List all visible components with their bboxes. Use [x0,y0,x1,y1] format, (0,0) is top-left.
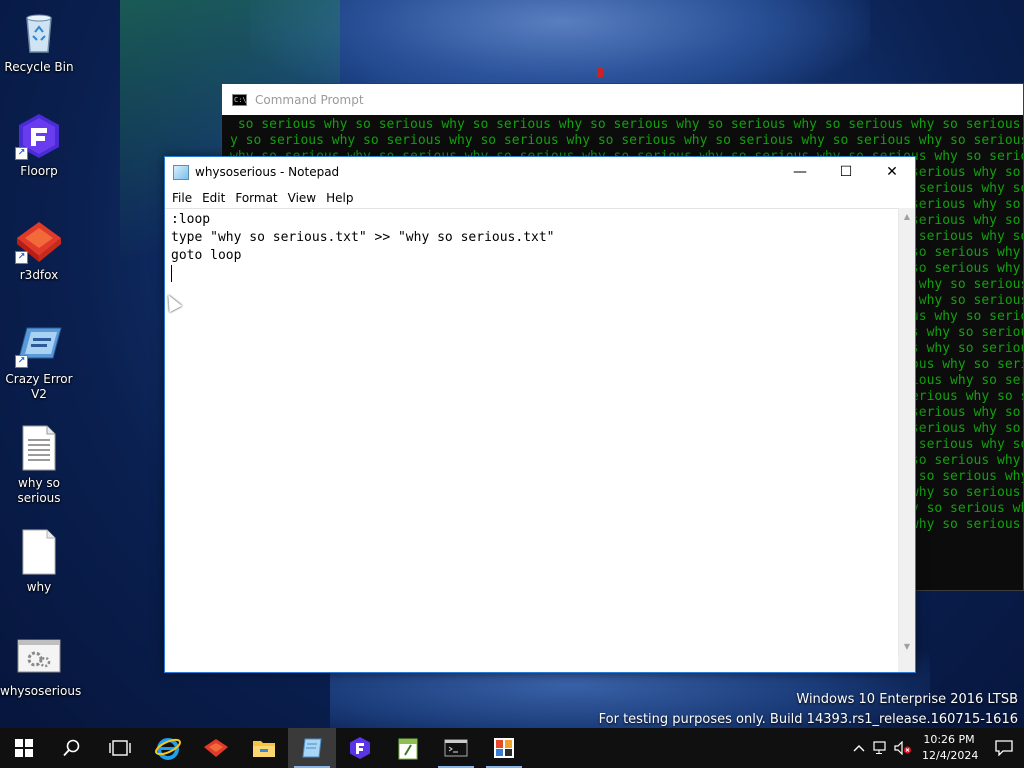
search-icon [63,739,80,757]
r3dfox-icon [204,739,228,757]
command-prompt-title: Command Prompt [255,92,364,107]
windows-watermark: Windows 10 Enterprise 2016 LTSB For test… [599,690,1018,730]
blank-file-icon [15,528,63,576]
shortcut-arrow-icon: ↗ [15,147,28,160]
taskbar-file-explorer[interactable] [240,728,288,768]
file-explorer-icon [253,741,275,757]
taskbar-notepad-plus[interactable] [384,728,432,768]
desktop-icon-label: Crazy Error V2 [5,372,73,401]
menu-format[interactable]: Format [231,191,283,205]
maximize-button[interactable]: ☐ [823,157,869,187]
desktop-icon-label: why so serious [17,476,61,505]
command-prompt-icon [444,739,468,757]
crazy-error-icon [494,738,514,758]
scroll-up-icon[interactable]: ▲ [899,208,915,225]
start-icon [15,739,33,757]
desktop-icon-why-so-serious[interactable]: why so serious [0,424,78,506]
clock-button[interactable]: 10:26 PM 12/4/2024 [914,732,984,764]
menu-view[interactable]: View [284,191,322,205]
r3dfox-icon: ↗ [15,216,63,264]
notifications-icon [995,740,1013,756]
notepad-window[interactable]: whysoserious - Notepad — ☐ ✕ File Edit F… [164,156,916,673]
taskbar-floorp[interactable] [336,728,384,768]
crazy-error-icon: ↗ [15,320,63,368]
notepad-icon [302,738,322,758]
network-button[interactable] [870,728,892,768]
taskbar-r3dfox[interactable] [192,728,240,768]
desktop-icon-recycle-bin[interactable]: Recycle Bin [0,8,78,75]
desktop-icon-whysoserious[interactable]: whysoserious [0,632,82,699]
wallpaper-accent [597,68,603,78]
desktop-icon-r3dfox[interactable]: ↗ r3dfox [0,216,78,283]
minimize-button[interactable]: — [777,157,823,187]
taskbar-notepad[interactable] [288,728,336,768]
desktop-icon-label: Recycle Bin [4,60,74,74]
notepad-plus-icon [398,738,418,760]
clock-date: 12/4/2024 [922,749,979,762]
notepad-text-area[interactable]: :loop type "why so serious.txt" >> "why … [165,208,898,655]
notepad-menubar: File Edit Format View Help [165,187,915,208]
notepad-content: :loop type "why so serious.txt" >> "why … [171,212,555,263]
action-center-button[interactable] [984,728,1024,768]
close-button[interactable]: ✕ [869,157,915,187]
scroll-down-icon[interactable]: ▼ [899,638,915,655]
clock-time: 10:26 PM [923,733,975,746]
desktop-icon-why[interactable]: why [0,528,78,595]
menu-file[interactable]: File [168,191,198,205]
chevron-up-icon [853,745,865,752]
horizontal-scrollbar-area [165,655,898,672]
notepad-titlebar[interactable]: whysoserious - Notepad — ☐ ✕ [165,157,915,187]
network-icon [873,741,886,754]
cmd-output-line: y so serious why so serious why so serio… [230,133,1023,148]
task-view-button[interactable] [96,728,144,768]
show-hidden-icons-button[interactable] [848,728,870,768]
taskbar: 10:26 PM 12/4/2024 [0,728,1024,768]
desktop-icon-floorp[interactable]: ↗ Floorp [0,112,78,179]
taskbar-command-prompt[interactable] [432,728,480,768]
text-file-icon [15,424,63,472]
notepad-title: whysoserious - Notepad [195,165,340,179]
recycle-bin-icon [15,8,63,56]
menu-edit[interactable]: Edit [198,191,231,205]
task-view-icon [109,740,131,756]
shortcut-arrow-icon: ↗ [15,251,28,264]
command-prompt-titlebar[interactable]: C:\ Command Prompt [222,84,1023,115]
text-caret [171,265,172,282]
command-prompt-icon: C:\ [232,93,247,106]
desktop-icon-label: r3dfox [19,268,59,282]
resize-grip[interactable] [898,655,915,672]
taskbar-internet-explorer[interactable] [144,728,192,768]
volume-button[interactable] [892,728,914,768]
vertical-scrollbar[interactable]: ▲ ▼ [898,208,915,655]
desktop-icon-label: whysoserious [0,684,82,698]
watermark-build: For testing purposes only. Build 14393.r… [598,712,1018,727]
menu-help[interactable]: Help [322,191,359,205]
cmd-output-line: so serious why so serious why so serious… [237,117,1021,132]
search-button[interactable] [48,728,96,768]
floorp-icon [350,737,370,759]
taskbar-crazy-error[interactable] [480,728,528,768]
batch-file-icon [15,632,63,680]
desktop-icon-label: why [26,580,52,594]
floorp-icon: ↗ [15,112,63,160]
desktop-icon-crazy-error[interactable]: ↗ Crazy Error V2 [0,320,78,402]
start-button[interactable] [0,728,48,768]
watermark-edition: Windows 10 Enterprise 2016 LTSB [796,692,1018,707]
system-tray: 10:26 PM 12/4/2024 [848,728,1024,768]
shortcut-arrow-icon: ↗ [15,355,28,368]
desktop-icon-label: Floorp [20,164,58,178]
volume-muted-icon [894,741,911,755]
internet-explorer-icon [155,738,181,760]
notepad-icon [173,164,189,180]
